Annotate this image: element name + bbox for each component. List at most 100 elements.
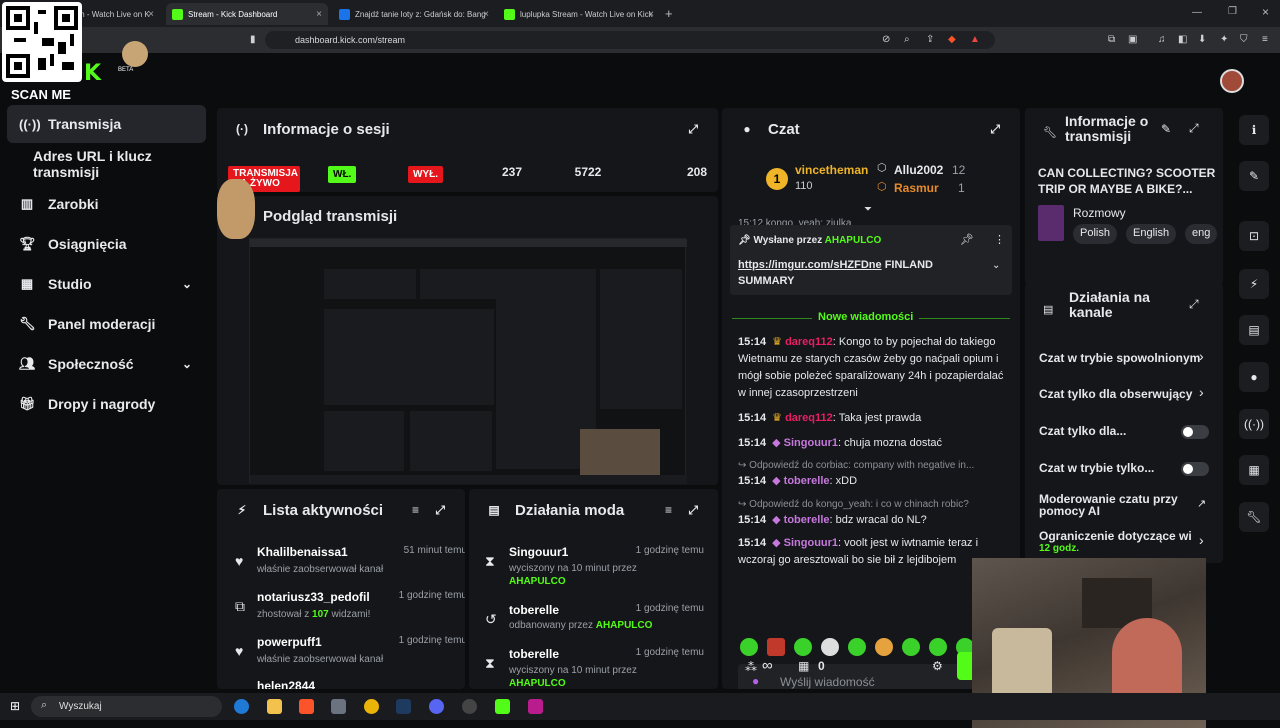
close-icon[interactable]: × (483, 9, 489, 20)
tag[interactable]: eng (1185, 224, 1218, 244)
filter-icon[interactable]: ≡ (412, 503, 419, 517)
chevron-right-icon[interactable]: › (1199, 532, 1204, 548)
sidebar-item-studio[interactable]: ▦ Studio ⌄ (7, 265, 206, 303)
emote-icon[interactable] (875, 638, 893, 656)
media-icon[interactable]: ♫ (1158, 34, 1166, 45)
brave-icon[interactable] (299, 699, 314, 714)
sidebar-item-osiagniecia[interactable]: 🏆︎ Osiągnięcia (7, 225, 206, 263)
sidebar-item-panel-moderacji[interactable]: 🔧︎ Panel moderacji (7, 305, 206, 343)
microphone-icon[interactable]: ● (752, 674, 759, 688)
pinned-link[interactable]: https://imgur.com/sHZFDne (738, 259, 882, 271)
tracking-icon[interactable]: ⊘ (882, 34, 890, 45)
emote-icon[interactable] (740, 638, 758, 656)
vpn-icon[interactable]: ⛉ (1240, 34, 1248, 45)
tab-1[interactable]: m - Watch Live on K × (72, 3, 160, 25)
clipboard-icon[interactable]: ▤ (1239, 315, 1269, 345)
obs-icon[interactable] (462, 699, 477, 714)
leader-3-name[interactable]: Rasmur (894, 181, 939, 195)
explorer-icon[interactable] (267, 699, 282, 714)
windows-start-icon[interactable]: ⊞ (10, 699, 20, 713)
wallet-icon[interactable]: ▣ (1128, 34, 1137, 45)
ai-moderation-setting[interactable]: Moderowanie czatu przy pomocy AI (1039, 493, 1189, 517)
sidebar-item-stream-key[interactable]: Adres URL i klucz transmisji (7, 145, 206, 183)
expand-icon[interactable]: ⤢ (1189, 121, 1199, 136)
emote-icon[interactable] (929, 638, 947, 656)
leader-2-name[interactable]: Allu2002 (894, 163, 943, 177)
close-icon[interactable]: × (316, 9, 322, 20)
category-name[interactable]: Rozmowy (1073, 206, 1126, 220)
extensions-icon[interactable]: ⧉ (1108, 34, 1115, 45)
chat-user[interactable]: Singouur1 (784, 537, 838, 549)
chat-user[interactable]: dareq112 (785, 412, 833, 424)
layout-icon[interactable]: ▦ (1239, 455, 1269, 485)
points-icon[interactable]: ⁂ (745, 660, 757, 674)
external-link-icon[interactable]: ↗ (1197, 497, 1206, 510)
restriction-setting[interactable]: Ograniczenie dotyczące wi (1039, 529, 1199, 543)
tab-flights[interactable]: Znajdź tanie loty z: Gdańsk do: Bang × (333, 3, 495, 25)
tab-kick-dashboard[interactable]: Stream - Kick Dashboard × (166, 3, 328, 25)
chevron-down-icon[interactable]: ⌄ (992, 260, 1000, 271)
pinned-by-user[interactable]: AHAPULCO (825, 235, 882, 246)
rewards-icon[interactable]: ▲ (970, 34, 980, 45)
sidebar-item-spolecznosc[interactable]: 👥︎ Społeczność ⌄ (7, 345, 206, 383)
tab-luplupka[interactable]: luplupka Stream - Watch Live on Kick × (498, 3, 660, 25)
followers-only-setting[interactable]: Czat tylko dla obserwujący (1039, 387, 1192, 401)
slow-mode-setting[interactable]: Czat w trybie spowolnionym (1039, 351, 1200, 365)
taskbar-search[interactable]: ⌕ Wyszukaj (31, 696, 222, 717)
chat-user[interactable]: toberelle (784, 475, 830, 487)
expand-icon[interactable]: ⤢ (1189, 297, 1199, 312)
reply-context[interactable]: ↪ Odpowiedź do corbiac: company with neg… (738, 460, 974, 471)
maximize-icon[interactable]: ❐ (1228, 6, 1237, 17)
expand-icon[interactable]: ⤢ (435, 503, 445, 518)
avatar[interactable] (1220, 69, 1244, 93)
stream-preview-video[interactable] (249, 238, 687, 484)
emote-icon[interactable] (848, 638, 866, 656)
gear-icon[interactable]: ⚙ (932, 659, 943, 673)
chat-user[interactable]: Singouur1 (784, 437, 838, 449)
expand-icon[interactable]: ⤢ (688, 503, 698, 518)
emote-only-toggle[interactable] (1181, 462, 1209, 476)
sidebar-item-zarobki[interactable]: ▥ Zarobki (7, 185, 206, 223)
kick-icon[interactable] (495, 699, 510, 714)
app-icon[interactable] (528, 699, 543, 714)
chrome-icon[interactable] (364, 699, 379, 714)
pin-icon[interactable]: 📌︎ (960, 233, 974, 246)
edit-icon[interactable]: ✎ (1161, 122, 1171, 136)
brave-shield-icon[interactable]: ◆ (948, 34, 956, 45)
discord-icon[interactable] (429, 699, 444, 714)
reply-context[interactable]: ↪ Odpowiedź do kongo_yeah: i co w chinac… (738, 499, 969, 510)
emote-icon[interactable] (794, 638, 812, 656)
chat-user[interactable]: dareq112 (785, 336, 833, 348)
tag[interactable]: Polish (1073, 224, 1117, 244)
emote-icon[interactable] (821, 638, 839, 656)
broadcast-icon[interactable]: ((·)) (1239, 409, 1269, 439)
chat-user[interactable]: toberelle (784, 514, 830, 526)
minimize-icon[interactable]: — (1192, 7, 1202, 18)
lightning-icon[interactable]: ⚡︎ (1239, 269, 1269, 299)
close-icon[interactable]: × (648, 9, 654, 20)
downloads-icon[interactable]: ⬇ (1198, 34, 1206, 45)
chevron-right-icon[interactable]: › (1199, 348, 1204, 364)
store-icon[interactable]: ▦ (798, 659, 809, 673)
steam-icon[interactable] (396, 699, 411, 714)
sidebar-item-transmisja[interactable]: ((·)) Transmisja (7, 105, 206, 143)
leo-icon[interactable]: ✦ (1220, 34, 1228, 45)
app-icon[interactable] (331, 699, 346, 714)
menu-icon[interactable]: ≡ (1262, 34, 1268, 45)
info-icon[interactable]: ℹ (1239, 115, 1269, 145)
edge-icon[interactable] (234, 699, 249, 714)
chat-bubble-icon[interactable]: ● (1239, 362, 1269, 392)
edit-icon[interactable]: ✎ (1239, 161, 1269, 191)
pinned-message[interactable]: 📌︎ Wysłane przez AHAPULCO 📌︎ ⋮ https://i… (730, 225, 1012, 295)
leader-1-name[interactable]: vincetheman (795, 163, 868, 177)
sidebar-icon[interactable]: ◧ (1178, 34, 1187, 45)
subs-only-toggle[interactable] (1181, 425, 1209, 439)
expand-icon[interactable]: ⤢ (990, 122, 1000, 137)
sidebar-item-dropy[interactable]: 🎁︎ Dropy i nagrody (7, 385, 206, 423)
bookmark-icon[interactable]: ▮ (250, 34, 256, 45)
expand-icon[interactable]: ⤢ (688, 122, 698, 137)
more-options-icon[interactable]: ⋮ (994, 233, 1005, 246)
collapse-icon[interactable]: ⏷ (864, 204, 872, 215)
share-icon[interactable]: ⇪ (926, 34, 934, 45)
filter-icon[interactable]: ≡ (665, 503, 672, 517)
